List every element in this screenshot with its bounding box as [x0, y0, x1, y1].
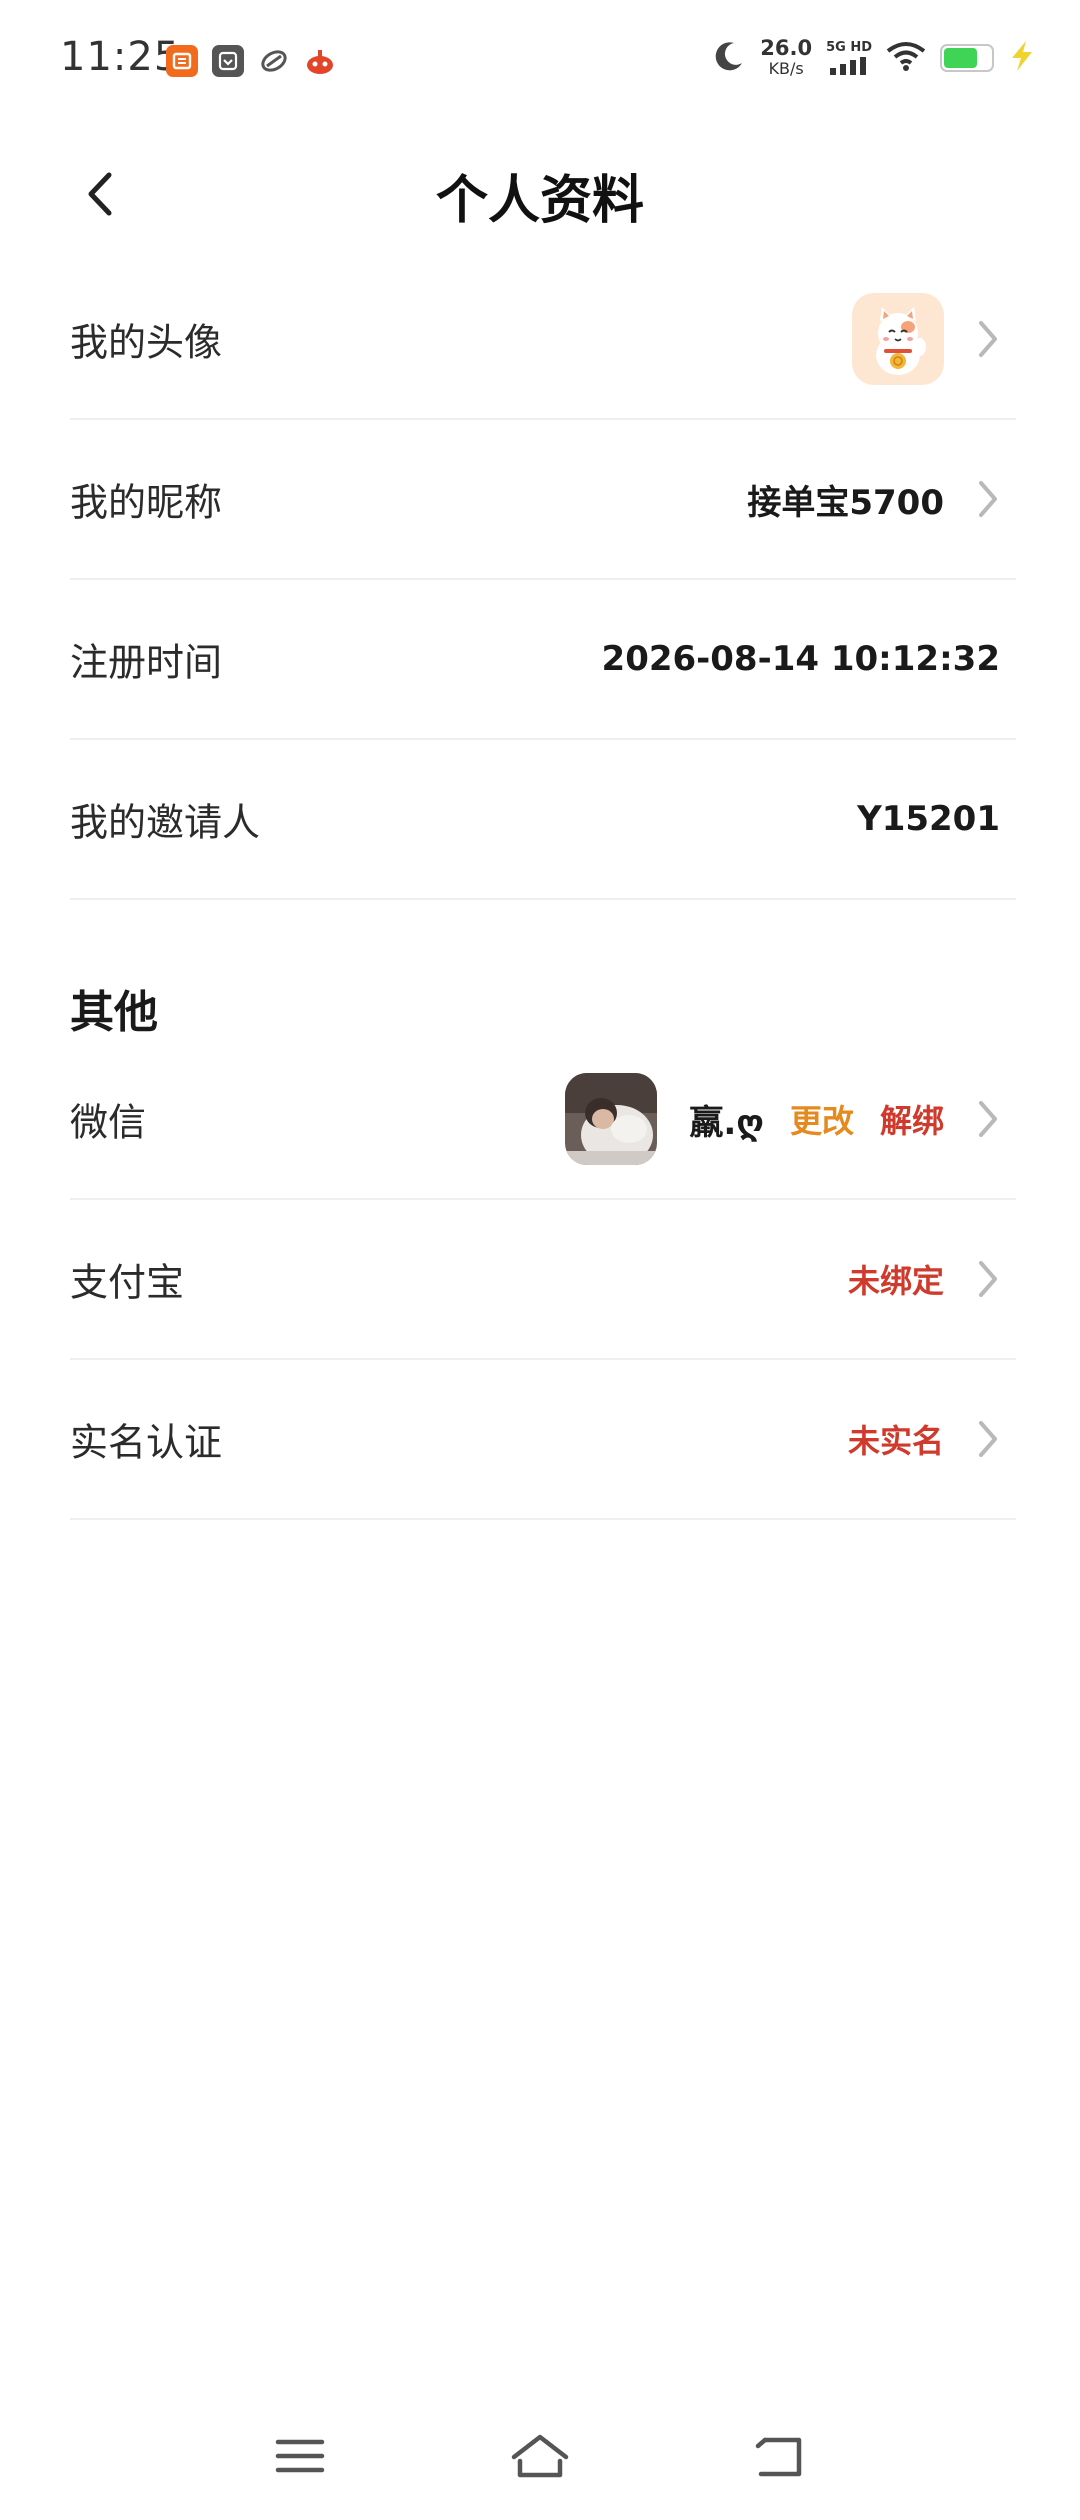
system-navigation-bar — [0, 2400, 1080, 2520]
wechat-change-button[interactable]: 更改 — [790, 1096, 854, 1142]
back-nav-button[interactable] — [750, 2426, 810, 2486]
chevron-right-icon — [960, 1259, 1016, 1299]
signal-type-label: 5G HD — [826, 39, 872, 55]
wechat-row-right: 羸.ღ 更改 解绑 — [565, 1040, 1016, 1198]
wechat-label: 微信 — [70, 1100, 147, 1145]
avatar[interactable] — [852, 293, 944, 385]
return-icon — [755, 2437, 802, 2477]
wechat-nickname: 羸.ღ — [689, 1102, 764, 1143]
chevron-right-icon — [960, 479, 1016, 519]
avatar-label: 我的头像 — [70, 320, 223, 365]
alipay-row[interactable]: 支付宝 未绑定 — [70, 1200, 1016, 1360]
real-name-status: 未实名 — [847, 1422, 944, 1460]
network-speed-unit: KB/s — [768, 59, 804, 78]
nickname-label: 我的昵称 — [70, 480, 223, 525]
avatar-row[interactable]: 我的头像 — [70, 260, 1016, 420]
chevron-right-icon — [960, 319, 1016, 359]
battery-level-fill — [944, 47, 978, 68]
home-icon — [511, 2434, 569, 2478]
real-name-row[interactable]: 实名认证 未实名 — [70, 1360, 1016, 1520]
alipay-status: 未绑定 — [847, 1262, 944, 1300]
taobao-icon — [166, 45, 198, 77]
register-time-label: 注册时间 — [70, 640, 223, 685]
chevron-right-icon[interactable] — [960, 1099, 1016, 1139]
inviter-row: 我的邀请人 Y15201 — [70, 740, 1016, 900]
avatar-row-right — [852, 260, 1016, 418]
game-app-icon — [304, 45, 336, 77]
register-time-value: 2026-08-14 10:12:32 — [601, 639, 1000, 679]
status-time: 11:25 — [60, 34, 181, 80]
top-navigation: 个人资料 — [0, 140, 1080, 250]
network-speed: 26.0 KB/s — [760, 38, 812, 77]
home-button[interactable] — [510, 2426, 570, 2486]
register-time-row-right: 2026-08-14 10:12:32 — [602, 580, 1016, 738]
status-bar: 11:25 26.0 KB/s 5G HD — [0, 0, 1080, 120]
chevron-right-icon — [960, 1419, 1016, 1459]
register-time-row: 注册时间 2026-08-14 10:12:32 — [70, 580, 1016, 740]
menu-button[interactable] — [270, 2426, 330, 2486]
charging-bolt-icon — [1008, 40, 1036, 75]
menu-icon — [275, 2439, 325, 2473]
real-name-row-right: 未实名 — [848, 1360, 1016, 1518]
nickname-row-right: 接单宝5700 — [747, 420, 1016, 578]
wechat-row: 微信 羸.ღ 更改 解绑 — [70, 1040, 1016, 1200]
nickname-row[interactable]: 我的昵称 接单宝5700 — [70, 420, 1016, 580]
inviter-value: Y15201 — [857, 799, 1000, 839]
cellular-signal: 5G HD — [826, 41, 872, 75]
signal-bars-icon — [830, 56, 867, 75]
alipay-row-right: 未绑定 — [848, 1200, 1016, 1358]
inviter-row-right: Y15201 — [857, 740, 1016, 898]
inviter-label: 我的邀请人 — [70, 800, 261, 845]
wechat-unbind-button[interactable]: 解绑 — [880, 1096, 944, 1142]
wechat-avatar — [565, 1073, 658, 1165]
message-box-icon — [212, 45, 244, 77]
other-section-title: 其他 — [70, 987, 158, 1038]
feather-app-icon — [258, 45, 290, 77]
network-speed-value: 26.0 — [760, 36, 813, 60]
nickname-value: 接单宝5700 — [747, 482, 944, 523]
page-title: 个人资料 — [435, 171, 644, 231]
alipay-label: 支付宝 — [70, 1260, 185, 1305]
lucky-cat-avatar-icon — [876, 307, 926, 375]
notification-icons — [166, 45, 336, 77]
wifi-icon — [886, 41, 926, 75]
wechat-profile-photo-icon — [565, 1073, 658, 1165]
do-not-disturb-moon-icon — [712, 39, 746, 77]
status-indicators: 26.0 KB/s 5G HD — [712, 38, 1036, 77]
battery-icon — [940, 43, 994, 72]
real-name-label: 实名认证 — [70, 1420, 223, 1465]
